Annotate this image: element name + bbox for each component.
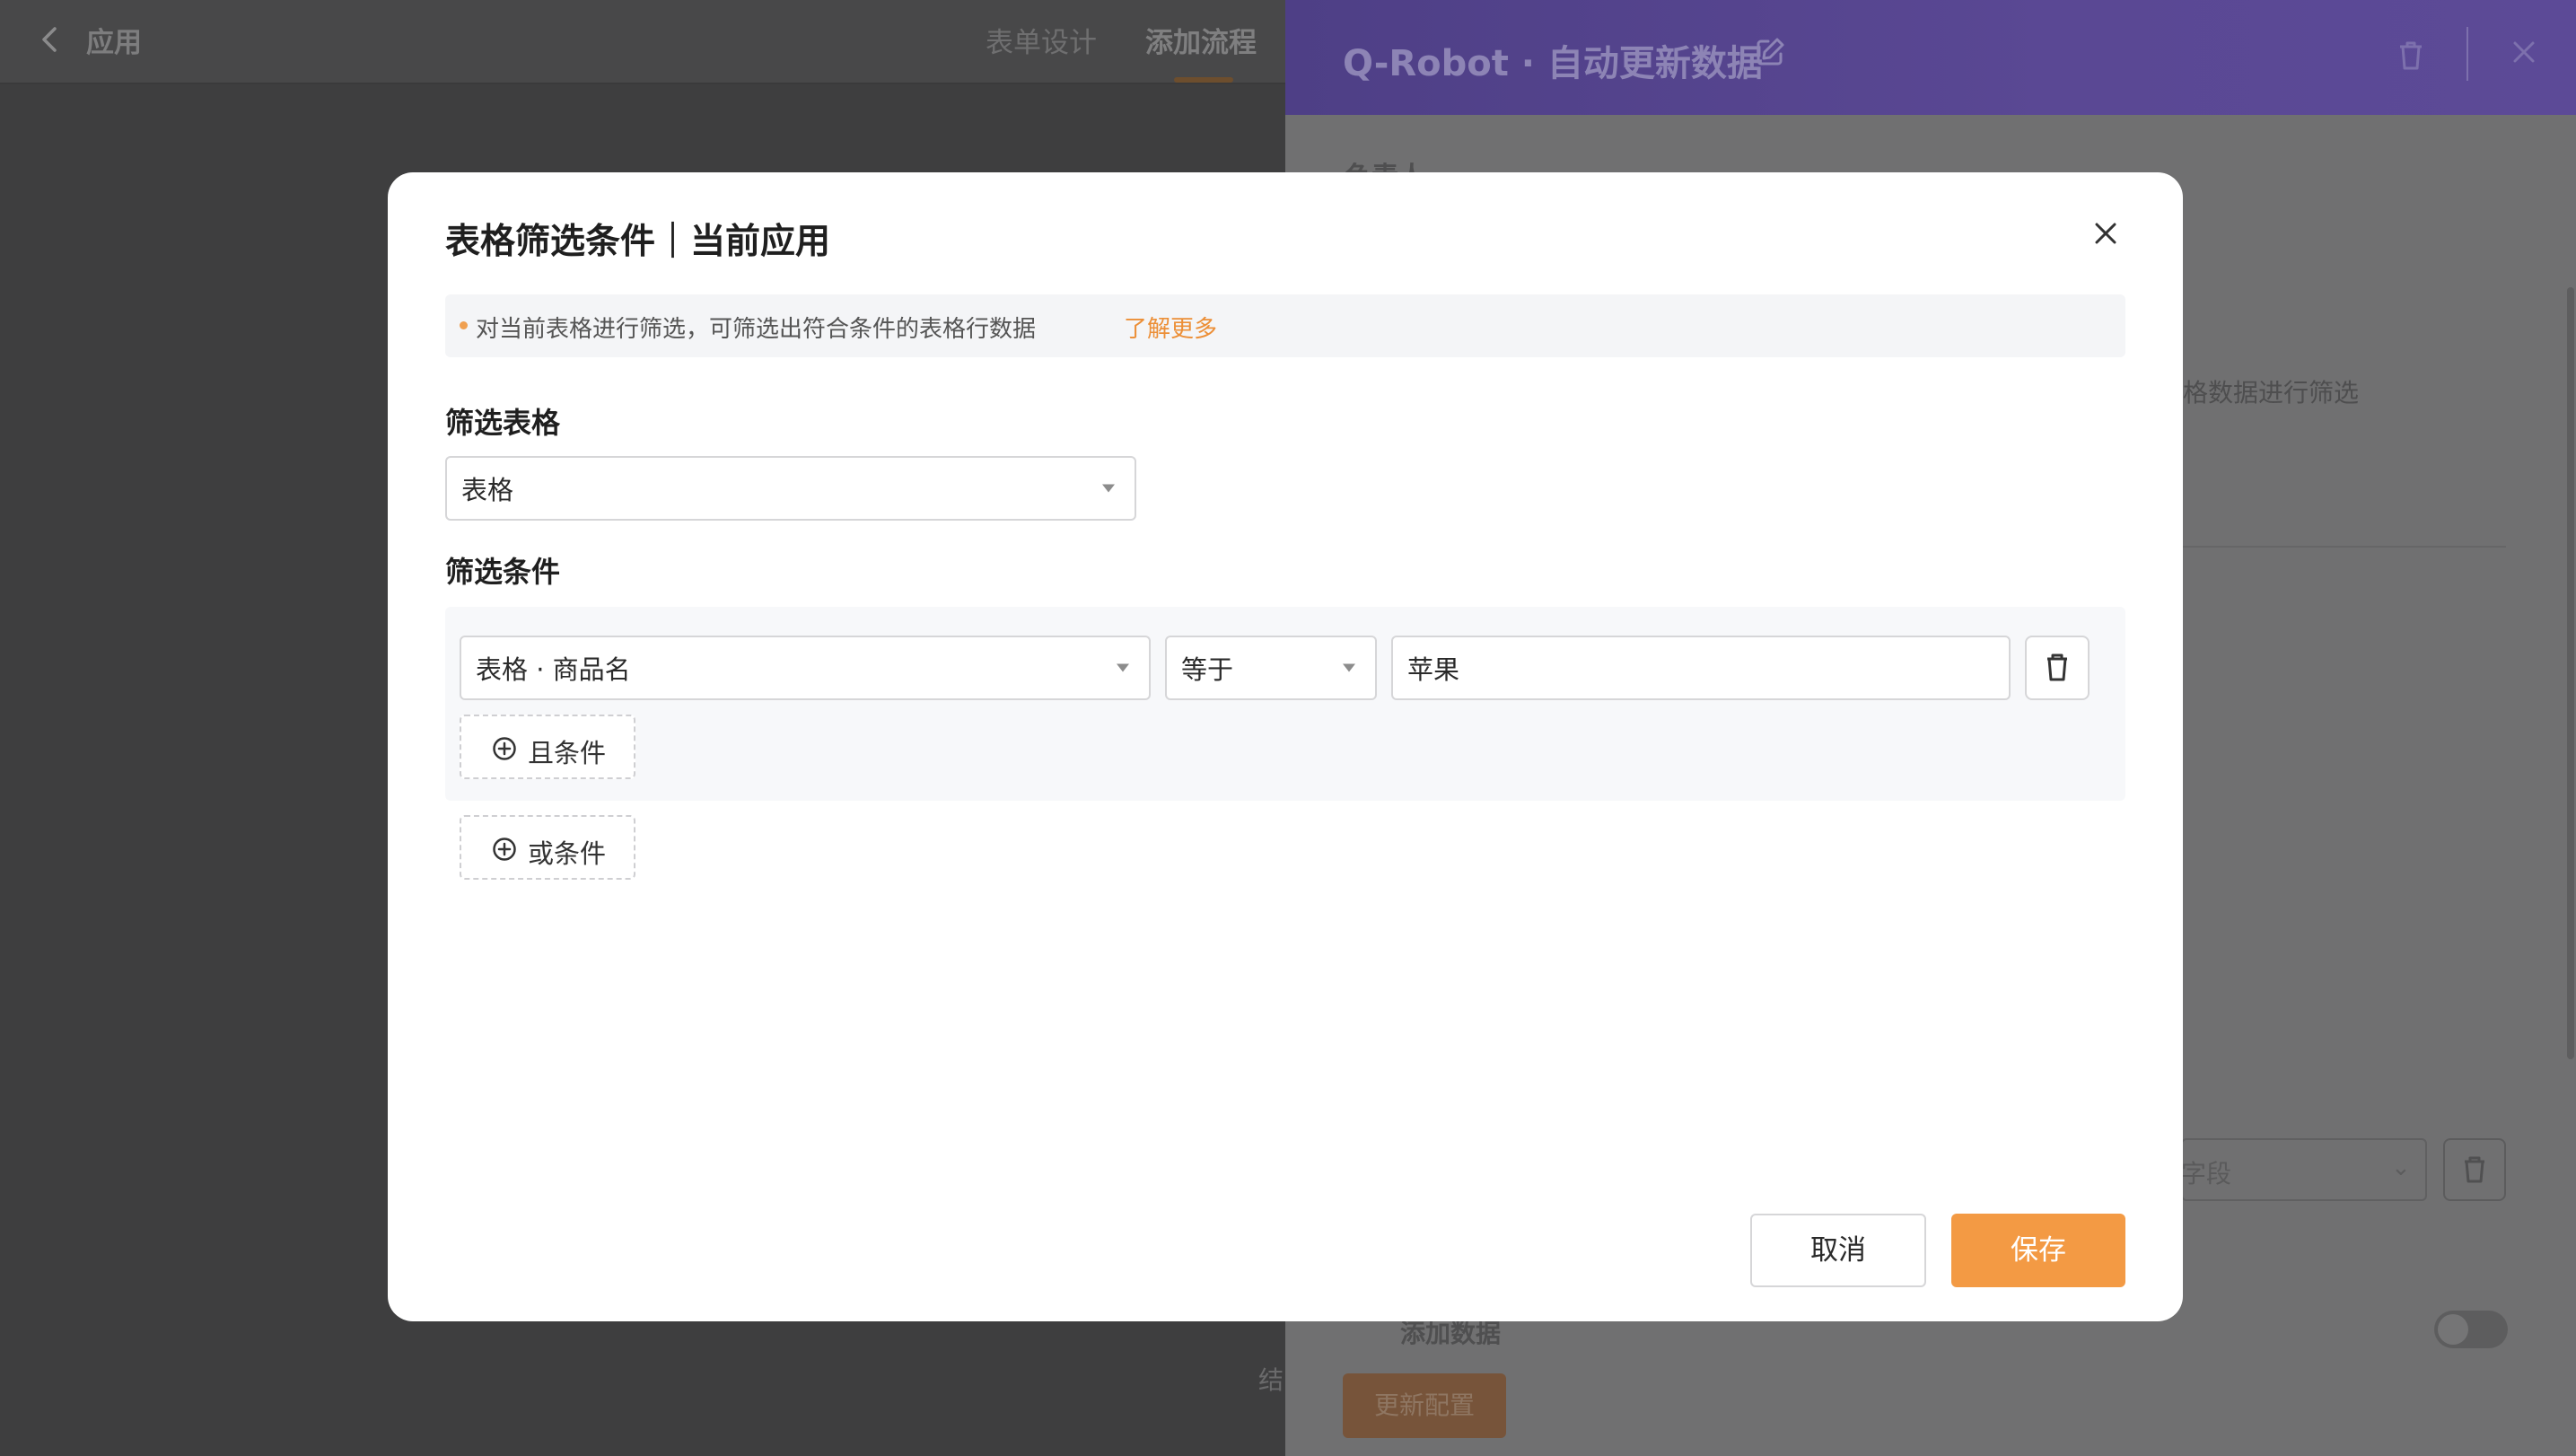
- delete-condition-button[interactable]: [2025, 636, 2090, 700]
- condition-value-text: 苹果: [1407, 654, 1460, 685]
- flow-node-label: 结: [1258, 1365, 1284, 1395]
- plus-circle-icon: [493, 838, 516, 861]
- filter-table-select[interactable]: 表格: [445, 456, 1136, 521]
- active-tab-indicator: [1174, 77, 1233, 83]
- or-condition-label: 或条件: [528, 838, 607, 869]
- chevron-left-icon[interactable]: [32, 22, 68, 57]
- info-text: 对当前表格进行筛选，可筛选出符合条件的表格行数据: [476, 316, 1037, 343]
- add-and-condition-button[interactable]: 且条件: [460, 715, 635, 779]
- close-icon[interactable]: [2090, 217, 2122, 250]
- drawer-hint: 格数据进行筛选: [2183, 378, 2360, 408]
- condition-field-value: 表格 · 商品名: [476, 654, 631, 685]
- drawer-title: Q-Robot · 自动更新数据: [1343, 43, 1763, 84]
- chevron-down-icon: ⌄: [2391, 1154, 2411, 1181]
- condition-group: 表格 · 商品名 等于 苹果 且条件: [445, 607, 2125, 801]
- filter-modal: 表格筛选条件｜当前应用 对当前表格进行筛选，可筛选出符合条件的表格行数据 了解更…: [388, 172, 2183, 1321]
- drawer-delete-button[interactable]: [2443, 1138, 2506, 1201]
- app-topbar: 应用 表单设计 添加流程: [0, 0, 1285, 84]
- condition-field-select[interactable]: 表格 · 商品名: [460, 636, 1151, 700]
- info-banner: 对当前表格进行筛选，可筛选出符合条件的表格行数据 了解更多: [445, 294, 2125, 357]
- condition-operator-select[interactable]: 等于: [1165, 636, 1377, 700]
- drawer-header: Q-Robot · 自动更新数据: [1285, 0, 2576, 115]
- and-condition-label: 且条件: [528, 738, 607, 768]
- drawer-field-select-text: 字段: [2181, 1159, 2232, 1188]
- close-icon[interactable]: [2506, 34, 2542, 70]
- add-or-condition-button[interactable]: 或条件: [460, 815, 635, 880]
- condition-value-input[interactable]: 苹果: [1391, 636, 2011, 700]
- edit-icon[interactable]: [1752, 34, 1788, 70]
- filter-table-value: 表格: [461, 475, 514, 505]
- filter-table-label: 筛选表格: [445, 406, 561, 440]
- trash-icon: [2047, 653, 2067, 681]
- condition-operator-value: 等于: [1181, 654, 1234, 685]
- caret-down-icon: [1102, 484, 1115, 493]
- save-button[interactable]: 保存: [1951, 1214, 2125, 1287]
- header-separator: [2466, 27, 2468, 81]
- caret-down-icon: [1343, 663, 1355, 672]
- update-config-button[interactable]: 更新配置: [1343, 1373, 1506, 1438]
- tab-add-flow[interactable]: 添加流程: [1145, 20, 1257, 60]
- filter-conditions-label: 筛选条件: [445, 555, 561, 589]
- modal-title: 表格筛选条件｜当前应用: [445, 222, 831, 262]
- learn-more-link[interactable]: 了解更多: [1124, 311, 1217, 344]
- info-bullet-icon: [460, 321, 468, 329]
- caret-down-icon: [1117, 663, 1129, 672]
- drawer-scrollbar[interactable]: [2567, 287, 2574, 1059]
- drawer-divider: [2183, 546, 2506, 548]
- tab-form-design[interactable]: 表单设计: [986, 20, 1097, 60]
- cancel-button[interactable]: 取消: [1750, 1214, 1926, 1287]
- plus-circle-icon: [493, 737, 516, 760]
- app-title: 应用: [86, 27, 142, 59]
- trash-icon[interactable]: [2393, 38, 2429, 74]
- add-data-toggle[interactable]: [2434, 1311, 2508, 1348]
